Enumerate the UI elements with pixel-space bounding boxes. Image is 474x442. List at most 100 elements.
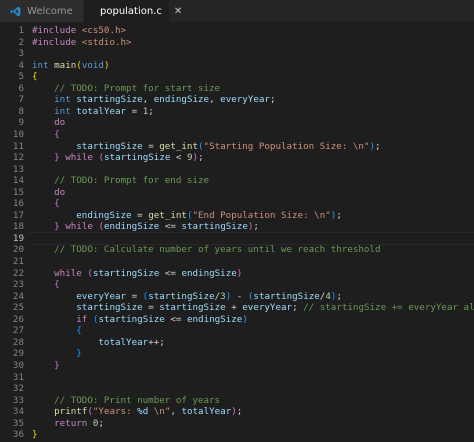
code-token: startingSize xyxy=(181,221,248,233)
code-token: "Starting Population Size: \n" xyxy=(203,140,370,152)
code-token: everyYear xyxy=(76,290,127,302)
code-token: { xyxy=(32,71,38,83)
code-token: startingSize xyxy=(92,267,160,279)
code-token: // TODO: Prompt for end size xyxy=(54,175,210,187)
code-token: ; xyxy=(336,209,342,221)
code-token: = xyxy=(126,105,143,117)
code-token: endingSize xyxy=(76,209,132,221)
code-token: if xyxy=(76,313,88,325)
code-token: ++; xyxy=(148,336,165,348)
code-token: do xyxy=(54,186,66,198)
code-token: <= xyxy=(159,267,182,279)
code-token: = xyxy=(131,209,149,221)
line-number: 36 xyxy=(12,429,24,441)
vscode-icon xyxy=(10,6,21,16)
code-token: int xyxy=(32,59,55,71)
code-token: = xyxy=(126,290,143,302)
code-token: startingSize xyxy=(98,313,165,325)
code-token: startingSize xyxy=(148,290,215,302)
code-token: <= xyxy=(164,313,187,325)
code-token: { xyxy=(54,279,60,291)
code-token: endingSize xyxy=(153,94,210,106)
code-text: } xyxy=(32,428,38,441)
code-token: #include xyxy=(32,36,82,48)
code-token: } xyxy=(76,348,82,360)
code-token: <= xyxy=(159,221,182,233)
code-token: <cs50.h> xyxy=(81,25,127,36)
code-token: ; xyxy=(292,302,304,314)
code-token: { xyxy=(54,198,60,210)
code-token: while xyxy=(65,221,93,233)
code-token: ; xyxy=(98,417,104,429)
code-token: #include xyxy=(32,25,82,36)
code-token: get_int xyxy=(148,209,187,221)
code-token: "Years: xyxy=(92,406,138,418)
code-token: ; xyxy=(336,290,342,302)
code-token: main xyxy=(54,59,77,71)
code-token: int xyxy=(54,94,77,106)
tab-bar: Welcome population.c ✕ xyxy=(0,0,474,23)
code-token: everyYear xyxy=(242,302,293,314)
code-editor[interactable]: 1 #include <cs50.h> 2 #include <stdio.h> 3 4 i… xyxy=(0,22,474,442)
code-token: \n" xyxy=(148,406,171,418)
code-line: 36} xyxy=(0,428,474,441)
code-token: , xyxy=(170,406,182,418)
code-token: startingSize xyxy=(159,302,226,314)
code-token: do xyxy=(54,117,66,129)
code-token: < xyxy=(170,152,187,164)
code-token: int xyxy=(54,105,77,117)
code-token: ; xyxy=(269,94,276,106)
code-token: <stdio.h> xyxy=(81,36,132,48)
code-token: ) xyxy=(236,267,243,279)
code-token: + xyxy=(225,302,243,314)
code-token: ; xyxy=(198,152,204,164)
tab-population-c[interactable]: population.c ✕ xyxy=(84,0,182,22)
tab-population-c-label: population.c xyxy=(100,5,162,17)
code-token: // TODO: Print number of years xyxy=(54,394,221,406)
tab-welcome[interactable]: Welcome xyxy=(0,0,84,22)
code-token: ) xyxy=(242,313,248,325)
code-token: "End Population Size: \n" xyxy=(192,209,331,221)
code-token: // startingSize += everyYear also I can xyxy=(303,302,474,314)
code-token: } xyxy=(32,429,38,441)
code-token: endingSize xyxy=(181,267,237,279)
code-token: totalYear xyxy=(181,406,232,418)
tab-welcome-label: Welcome xyxy=(27,5,73,17)
code-token: endingSize xyxy=(186,313,243,325)
code-token: { xyxy=(54,128,60,140)
close-icon[interactable]: ✕ xyxy=(174,6,182,17)
code-token: , xyxy=(209,94,221,106)
code-token: return xyxy=(54,417,88,429)
code-token: while xyxy=(65,152,93,164)
code-token: = xyxy=(142,140,160,152)
code-token: void xyxy=(81,59,104,71)
code-token: totalYear xyxy=(98,336,149,348)
code-token: ; xyxy=(253,221,259,233)
code-token: startingSize xyxy=(76,302,143,314)
code-token: { xyxy=(76,325,82,337)
code-token: // TODO: Prompt for start size xyxy=(54,82,221,94)
code-token: printf xyxy=(54,406,88,418)
code-token: %d xyxy=(137,406,149,418)
